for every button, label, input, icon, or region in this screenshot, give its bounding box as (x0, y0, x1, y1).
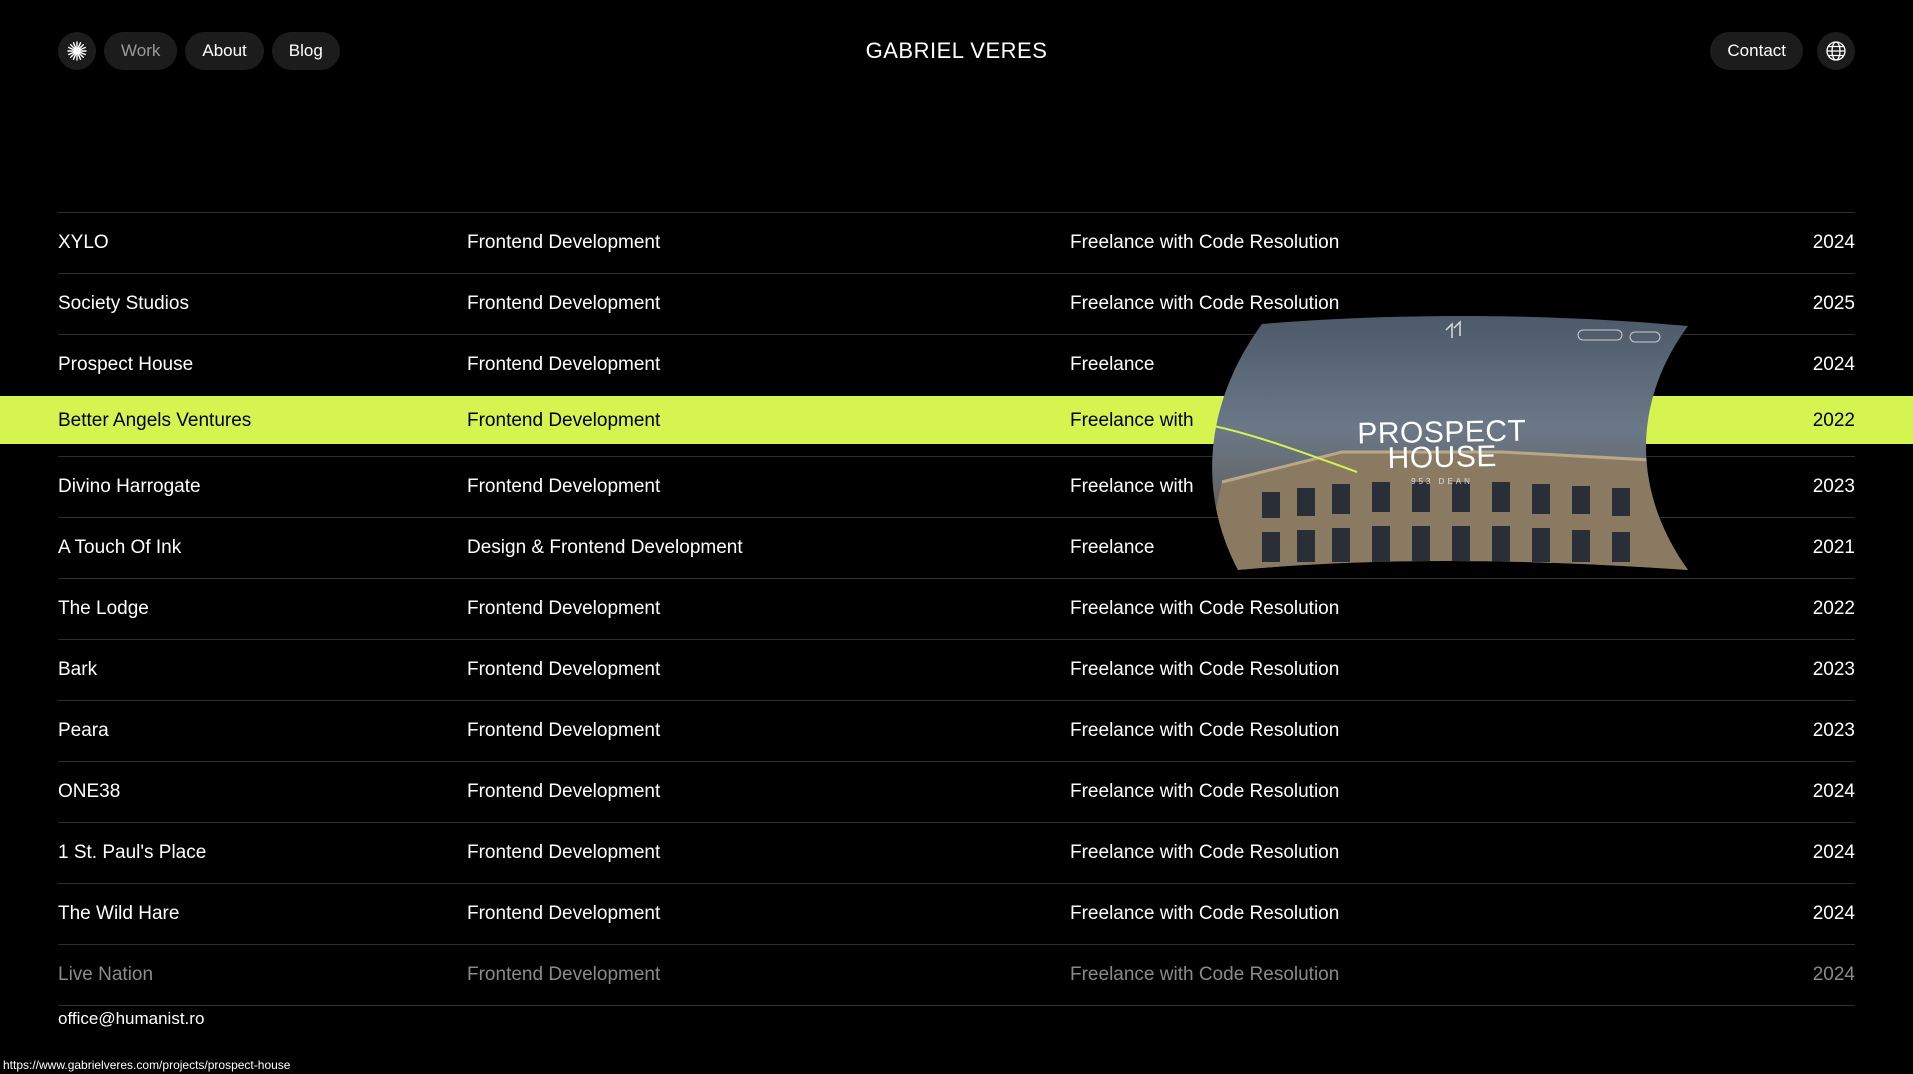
project-service: Frontend Development (467, 598, 661, 619)
project-engagement: Freelance with Code Resolution (1070, 659, 1340, 680)
project-service: Frontend Development (467, 293, 661, 314)
header-actions: Contact (1710, 32, 1855, 70)
project-year: 2022 (1812, 598, 1855, 619)
table-divider (58, 1005, 1855, 1006)
project-engagement: Freelance with Code Resolution (1070, 598, 1340, 619)
contact-email[interactable]: office@humanist.ro (58, 1009, 204, 1029)
project-name: 1 St. Paul's Place (58, 842, 207, 863)
project-name: ONE38 (58, 781, 121, 802)
site-header: Work About Blog GABRIEL VERES Contact (58, 32, 1855, 70)
table-row[interactable]: The Wild Hare Frontend Development Freel… (58, 883, 1855, 944)
project-service: Frontend Development (467, 720, 661, 741)
project-engagement: Freelance with Code Resolution (1070, 964, 1340, 985)
project-year: 2024 (1812, 781, 1855, 802)
project-year: 2023 (1812, 659, 1855, 680)
project-engagement: Freelance with Code Resolution (1070, 232, 1340, 253)
project-service: Frontend Development (467, 410, 661, 431)
project-name: Live Nation (58, 964, 154, 985)
nav-blog[interactable]: Blog (271, 32, 340, 70)
project-engagement: Freelance (1070, 354, 1155, 375)
project-name: XYLO (58, 232, 109, 253)
table-row[interactable]: XYLO Frontend Development Freelance with… (58, 212, 1855, 273)
table-row[interactable]: Bark Frontend Development Freelance with… (58, 639, 1855, 700)
project-engagement: Freelance with Code Resolution (1070, 842, 1340, 863)
project-service: Frontend Development (467, 354, 661, 375)
table-row[interactable]: The Lodge Frontend Development Freelance… (58, 578, 1855, 639)
project-year: 2024 (1812, 232, 1855, 253)
project-year: 2023 (1812, 476, 1855, 497)
project-year: 2024 (1812, 964, 1855, 985)
preview-title: PROSPECT HOUSE (1356, 414, 1527, 475)
project-preview-image: PROSPECT HOUSE 953 DEAN (1202, 312, 1688, 570)
project-service: Frontend Development (467, 964, 661, 985)
project-engagement: Freelance with Code Resolution (1070, 903, 1340, 924)
browser-status-url: https://www.gabrielveres.com/projects/pr… (0, 1056, 294, 1074)
project-year: 2024 (1812, 842, 1855, 863)
site-title[interactable]: GABRIEL VERES (866, 32, 1048, 70)
nav-work[interactable]: Work (104, 32, 178, 70)
nav-about[interactable]: About (185, 32, 264, 70)
project-name: The Wild Hare (58, 903, 180, 924)
project-engagement: Freelance with (1070, 410, 1194, 431)
project-service: Design & Frontend Development (467, 537, 743, 558)
contact-button[interactable]: Contact (1710, 32, 1803, 70)
project-name: Divino Harrogate (58, 476, 201, 497)
project-engagement: Freelance with (1070, 476, 1194, 497)
project-engagement: Freelance with Code Resolution (1070, 781, 1340, 802)
project-year: 2024 (1812, 903, 1855, 924)
project-name: Prospect House (58, 354, 194, 375)
project-name: Bark (58, 659, 98, 680)
project-name: Peara (58, 720, 109, 741)
project-service: Frontend Development (467, 476, 661, 497)
project-year: 2022 (1812, 410, 1855, 431)
project-name: A Touch Of Ink (58, 537, 182, 558)
table-row[interactable]: ONE38 Frontend Development Freelance wit… (58, 761, 1855, 822)
preview-subtitle: 953 DEAN (1411, 477, 1473, 486)
project-engagement: Freelance (1070, 537, 1155, 558)
sun-burst-icon[interactable] (58, 32, 96, 70)
project-service: Frontend Development (467, 781, 661, 802)
table-row[interactable]: Peara Frontend Development Freelance wit… (58, 700, 1855, 761)
project-service: Frontend Development (467, 232, 661, 253)
project-name: The Lodge (58, 598, 149, 619)
project-name: Better Angels Ventures (58, 410, 252, 431)
project-year: 2024 (1812, 354, 1855, 375)
project-name: Society Studios (58, 293, 189, 314)
project-year: 2023 (1812, 720, 1855, 741)
project-service: Frontend Development (467, 659, 661, 680)
table-row[interactable]: 1 St. Paul's Place Frontend Development … (58, 822, 1855, 883)
project-year: 2025 (1812, 293, 1855, 314)
project-service: Frontend Development (467, 842, 661, 863)
main-nav: Work About Blog (58, 32, 340, 70)
project-year: 2021 (1812, 537, 1855, 558)
table-row[interactable]: Live Nation Frontend Development Freelan… (58, 944, 1855, 1005)
globe-icon[interactable] (1817, 32, 1855, 70)
project-engagement: Freelance with Code Resolution (1070, 720, 1340, 741)
project-service: Frontend Development (467, 903, 661, 924)
